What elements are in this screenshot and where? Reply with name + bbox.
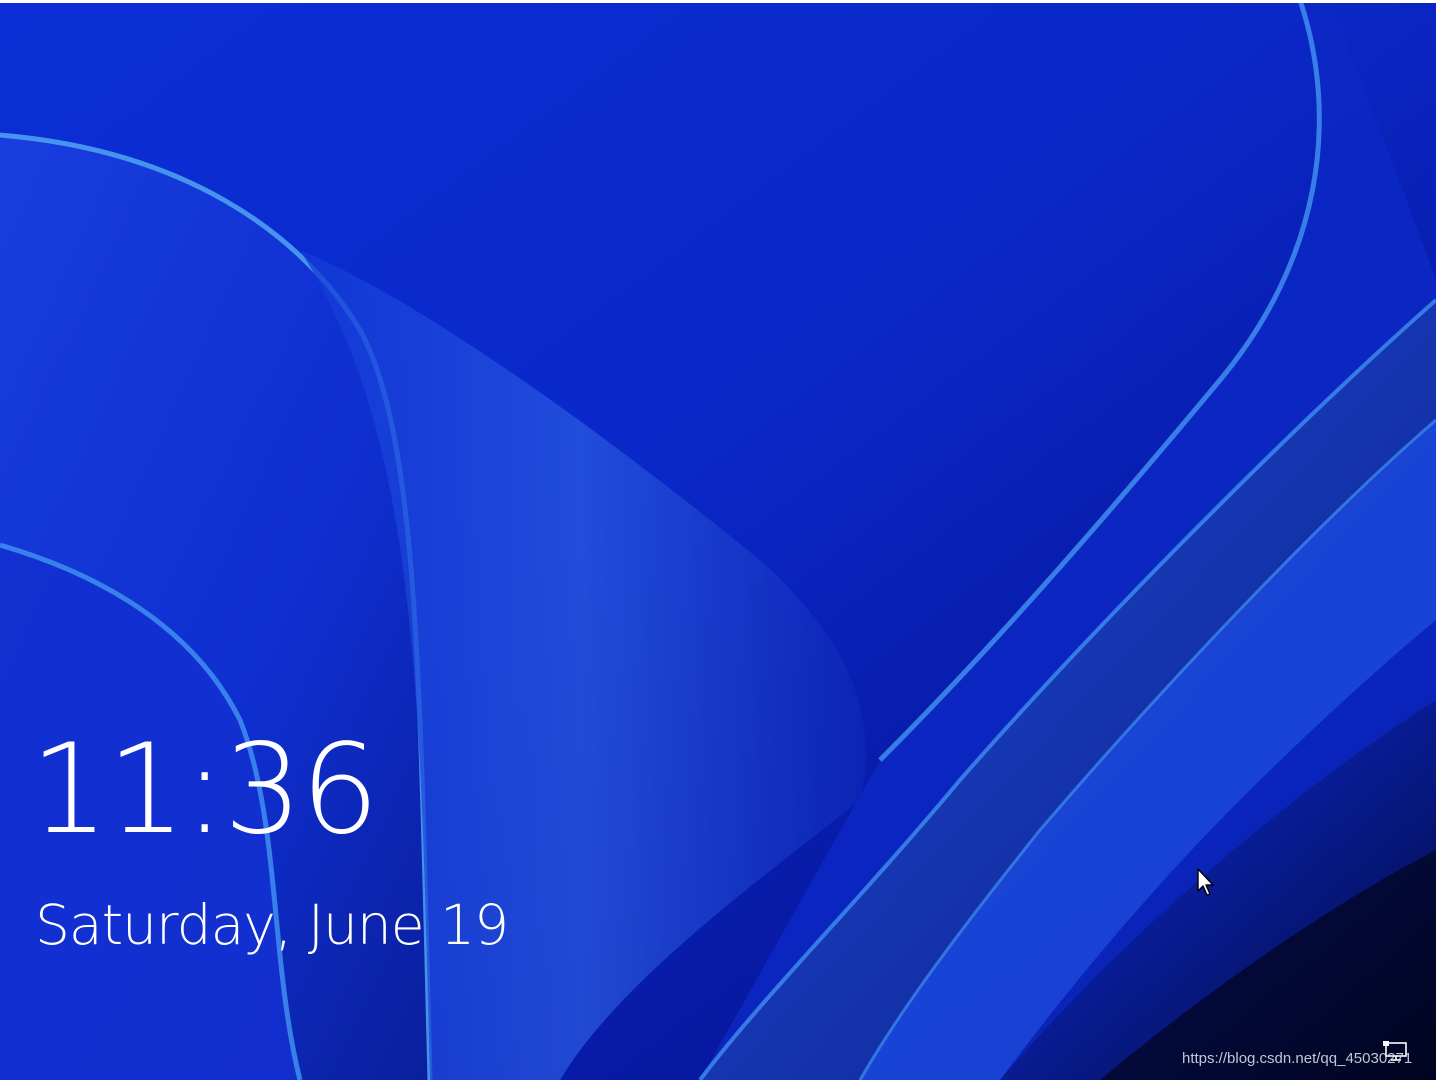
lock-screen-time: 11:36	[30, 718, 379, 862]
watermark-url: https://blog.csdn.net/qq_45030271	[1182, 1050, 1413, 1067]
lock-screen-date: Saturday, June 19	[35, 893, 509, 957]
lock-screen[interactable]: 11:36 Saturday, June 19 https://blog.csd…	[0, 0, 1436, 1080]
mouse-pointer-icon	[1197, 868, 1214, 896]
screen-top-border	[0, 0, 1436, 3]
